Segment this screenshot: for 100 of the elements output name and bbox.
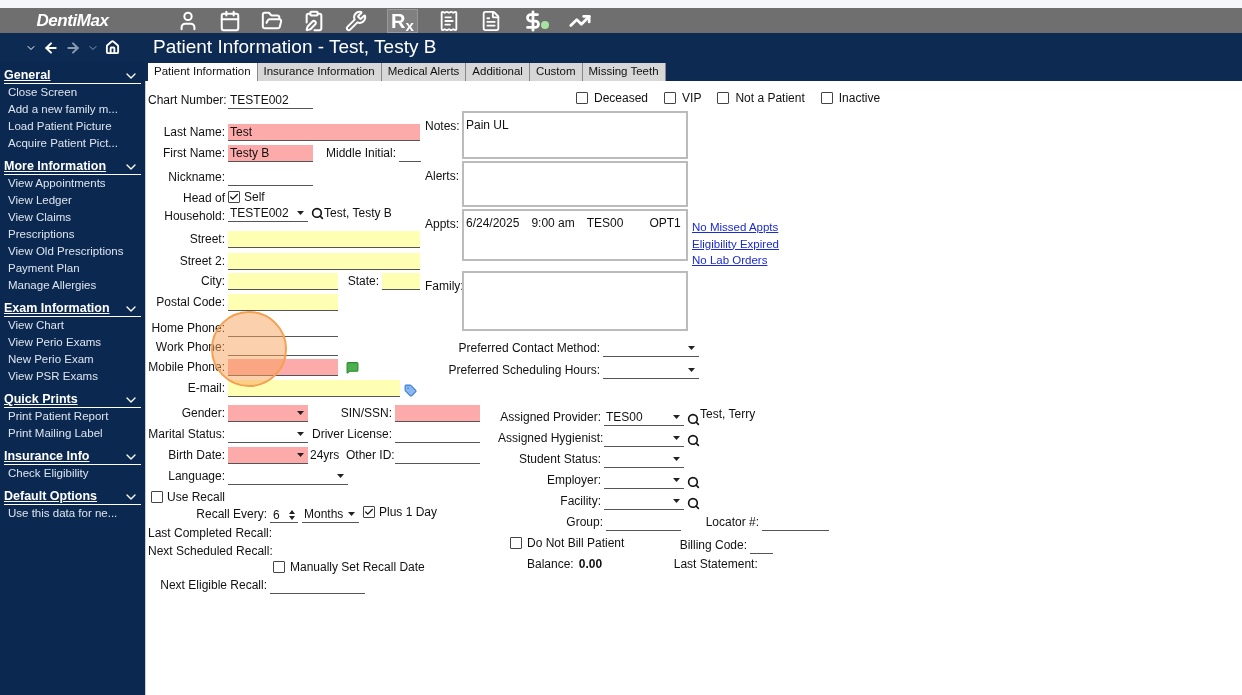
- sidebar-item[interactable]: Close Screen: [4, 84, 141, 101]
- field-label: Last Name:: [162, 124, 226, 141]
- search-icon[interactable]: [311, 206, 324, 220]
- text-field[interactable]: [228, 294, 338, 311]
- sidebar-item[interactable]: View Appointments: [4, 175, 141, 192]
- number-spinner[interactable]: 6: [270, 507, 298, 523]
- sidebar-item[interactable]: Add a new family m...: [4, 101, 141, 118]
- field-label: Language:: [167, 468, 226, 485]
- field-label: E-mail:: [186, 380, 226, 397]
- search-icon[interactable]: [687, 476, 700, 489]
- caret-icon: [297, 411, 304, 415]
- caret-icon: [348, 512, 355, 516]
- search-icon[interactable]: [687, 497, 700, 510]
- back-icon[interactable]: [43, 39, 59, 56]
- field-label: Preferred Scheduling Hours:: [447, 361, 601, 379]
- search-icon[interactable]: [687, 434, 700, 447]
- field-label: Assigned Hygienist:: [498, 430, 604, 447]
- chat-icon[interactable]: [346, 361, 359, 374]
- dropdown[interactable]: [228, 405, 308, 422]
- text-field[interactable]: [228, 273, 338, 290]
- text-field[interactable]: [228, 253, 420, 270]
- appointment-date: 6/24/2025: [466, 215, 520, 232]
- sidebar-item[interactable]: Load Patient Picture: [4, 118, 141, 135]
- sidebar-section-header[interactable]: Exam Information: [4, 301, 141, 317]
- notes-box[interactable]: Pain UL: [462, 111, 688, 159]
- text-field[interactable]: [382, 273, 420, 290]
- caret-icon: [297, 210, 304, 215]
- prescription-button[interactable]: R$_{x}$: [387, 8, 418, 33]
- checkbox[interactable]: [664, 92, 677, 104]
- checkbox-label: Not a Patient: [735, 90, 805, 107]
- tab[interactable]: Patient Information: [148, 63, 258, 81]
- sidebar-item[interactable]: Use this data for ne...: [4, 505, 141, 522]
- sidebar-item[interactable]: Manage Allergies: [4, 277, 141, 294]
- tab[interactable]: Custom: [529, 63, 583, 81]
- sidebar-item[interactable]: View PSR Exams: [4, 368, 141, 385]
- dropdown[interactable]: TESTE002: [228, 204, 308, 222]
- spinner-arrows-icon[interactable]: [289, 509, 295, 520]
- text-field[interactable]: [228, 231, 420, 248]
- provider-name: Test, Terry: [700, 406, 756, 423]
- field-label: State:: [346, 273, 380, 290]
- tools-icon[interactable]: [345, 9, 367, 32]
- text-field[interactable]: Testy B: [228, 145, 313, 162]
- dropdown[interactable]: TES00: [604, 409, 684, 426]
- tab[interactable]: Medical Alerts: [381, 63, 467, 81]
- home-icon[interactable]: [105, 40, 120, 55]
- caret-icon: [673, 436, 680, 440]
- sidebar-item[interactable]: View Perio Exams: [4, 334, 141, 351]
- sidebar-item[interactable]: Print Mailing Label: [4, 425, 141, 442]
- checkbox[interactable]: [151, 490, 163, 503]
- link[interactable]: No Missed Appts: [692, 219, 779, 236]
- folder-icon[interactable]: [261, 9, 283, 32]
- checkbox[interactable]: [717, 92, 730, 104]
- tab[interactable]: Missing Teeth: [582, 63, 666, 81]
- sidebar-item[interactable]: View Chart: [4, 317, 141, 334]
- window-title: Patient Information - Test, Testy B: [153, 35, 437, 60]
- clipboard-icon[interactable]: [303, 9, 325, 32]
- text-field[interactable]: TESTE002: [228, 92, 313, 109]
- text-field[interactable]: Test: [228, 124, 420, 141]
- link[interactable]: No Lab Orders: [692, 252, 779, 269]
- caret-icon: [337, 474, 344, 478]
- tab[interactable]: Additional: [466, 63, 530, 81]
- sidebar-section-header[interactable]: More Information: [4, 159, 141, 175]
- sidebar-item[interactable]: View Claims: [4, 209, 141, 226]
- calendar-icon[interactable]: [219, 9, 241, 32]
- appts-box[interactable]: 6/24/2025 9:00 am TES00 OPT1: [462, 209, 688, 261]
- checkbox[interactable]: [273, 561, 285, 573]
- checkbox-label: VIP: [682, 90, 702, 107]
- text-field[interactable]: [228, 359, 338, 376]
- checkbox-label: Plus 1 Day: [379, 504, 438, 521]
- sidebar-item[interactable]: View Old Prescriptions: [4, 243, 141, 260]
- tab[interactable]: Insurance Information: [257, 63, 382, 81]
- text-field[interactable]: [395, 405, 480, 422]
- sidebar-item[interactable]: Check Eligibility: [4, 465, 141, 482]
- sidebar-item[interactable]: Acquire Patient Pict...: [4, 135, 141, 152]
- caret-icon: [688, 367, 695, 372]
- checkbox[interactable]: [228, 190, 240, 203]
- sidebar-section-header[interactable]: Insurance Info: [4, 449, 141, 465]
- sidebar-item[interactable]: Print Patient Report: [4, 408, 141, 425]
- field-label: Last Completed Recall:: [148, 525, 274, 542]
- checkbox[interactable]: [820, 92, 833, 104]
- sidebar-item[interactable]: New Perio Exam: [4, 351, 141, 368]
- sidebar-section-header[interactable]: Quick Prints: [4, 392, 141, 408]
- search-icon[interactable]: [687, 413, 700, 426]
- field-label: Group:: [565, 514, 604, 531]
- sidebar-section-header[interactable]: Default Options: [4, 489, 141, 505]
- checkbox[interactable]: [576, 92, 588, 104]
- field-label: Recall Every:: [195, 506, 268, 523]
- checkbox[interactable]: [510, 537, 522, 549]
- sidebar-item[interactable]: Payment Plan: [4, 260, 141, 277]
- forward-icon[interactable]: [65, 39, 81, 56]
- sidebar-section-header[interactable]: General: [4, 68, 141, 84]
- sidebar-item[interactable]: View Ledger: [4, 192, 141, 209]
- link[interactable]: Eligibility Expired: [692, 235, 779, 252]
- text-field[interactable]: [228, 380, 400, 397]
- field-label: Notes:: [425, 118, 461, 135]
- checkbox[interactable]: [363, 506, 375, 518]
- sidebar-item[interactable]: Prescriptions: [4, 226, 141, 243]
- tag-icon[interactable]: [404, 384, 417, 397]
- dropdown[interactable]: Months: [302, 506, 359, 523]
- dropdown[interactable]: [228, 447, 308, 464]
